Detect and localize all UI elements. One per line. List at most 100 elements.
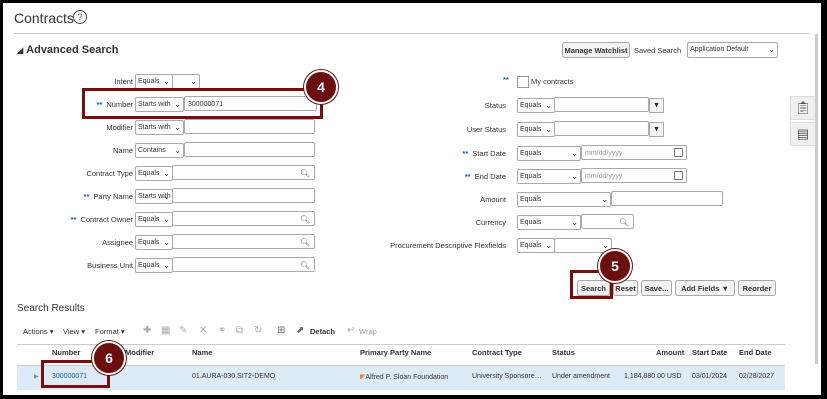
- amount-input[interactable]: [611, 191, 723, 206]
- intent-operator[interactable]: Equals ⌄: [135, 74, 173, 89]
- advanced-search-header[interactable]: ◢ Advanced Search: [17, 44, 118, 56]
- user-status-label: User Status: [466, 125, 506, 134]
- assignee-operator[interactable]: Equals ⌄: [135, 235, 173, 250]
- row-expand-icon[interactable]: ▶: [34, 373, 39, 380]
- wrap-button[interactable]: Wrap: [359, 327, 377, 336]
- end-date-label: ** End Date: [464, 172, 506, 181]
- column-header-primary-party[interactable]: Primary Party Name: [360, 348, 431, 357]
- cell-primary-party: ◤Alfred P. Sloan Foundation: [360, 374, 449, 381]
- column-header-end-date[interactable]: End Date: [739, 348, 772, 357]
- link-icon[interactable]: ⚭: [218, 325, 226, 336]
- column-header-start-date[interactable]: Start Date: [692, 348, 727, 357]
- cell-status: Under amendment: [552, 373, 610, 380]
- add-icon[interactable]: ✚: [143, 325, 151, 336]
- actions-menu[interactable]: Actions ▾: [23, 327, 53, 336]
- step-callout-4: 4: [304, 70, 338, 104]
- status-dropdown-button[interactable]: ▼: [649, 98, 664, 113]
- document-settings-icon[interactable]: ▤: [790, 122, 816, 146]
- step-callout-6: 6: [92, 341, 126, 375]
- business-unit-input[interactable]: 🔍︎: [172, 257, 315, 272]
- amount-label: Amount: [480, 195, 506, 204]
- name-input[interactable]: [184, 142, 315, 157]
- intent-value-select[interactable]: ⌄: [172, 74, 200, 89]
- start-date-input[interactable]: mm/dd/yyyy: [581, 145, 687, 160]
- end-date-input[interactable]: mm/dd/yyyy: [581, 168, 687, 183]
- refresh-icon[interactable]: ↻: [254, 325, 262, 336]
- status-operator[interactable]: Equals ⌄: [517, 98, 555, 113]
- duplicate-icon[interactable]: ⧉: [236, 325, 243, 336]
- save-button[interactable]: Save...: [641, 280, 672, 296]
- calendar-icon: [674, 171, 683, 180]
- user-status-operator[interactable]: Equals ⌄: [517, 122, 555, 137]
- start-date-operator[interactable]: Equals ⌄: [517, 146, 581, 161]
- business-unit-operator[interactable]: Equals ⌄: [135, 258, 173, 273]
- column-header-number[interactable]: Number: [52, 348, 80, 357]
- collapse-triangle-icon[interactable]: ◢: [17, 46, 23, 55]
- party-name-operator[interactable]: Starts with ⌄: [135, 189, 173, 204]
- contract-owner-label: ** Contract Owner: [70, 215, 133, 224]
- edit-icon[interactable]: ✎: [179, 325, 187, 336]
- procurement-dff-operator[interactable]: Equals ⌄: [517, 238, 555, 253]
- search-icon: 🔍︎: [299, 238, 310, 247]
- column-header-contract-type[interactable]: Contract Type: [472, 348, 522, 357]
- search-icon: 🔍︎: [618, 218, 629, 227]
- currency-label: Currency: [475, 218, 506, 227]
- contract-type-label: Contract Type: [86, 169, 133, 178]
- scrollbar[interactable]: [815, 34, 818, 364]
- saved-search-label: Saved Search: [634, 46, 682, 55]
- step-callout-5: 5: [598, 249, 632, 283]
- my-contracts-checkbox[interactable]: [517, 76, 529, 88]
- status-input[interactable]: [554, 97, 649, 112]
- intent-label: Intent: [114, 77, 133, 86]
- party-name-input[interactable]: [172, 188, 315, 203]
- page-title: Contracts: [14, 10, 74, 26]
- divider: [14, 33, 809, 34]
- detach-button[interactable]: Detach: [310, 327, 335, 336]
- cell-end-date: 02/28/2027: [739, 373, 775, 380]
- freeze-icon[interactable]: ⊞: [277, 325, 285, 336]
- column-header-amount[interactable]: Amount: [656, 348, 684, 357]
- format-menu[interactable]: Format ▾: [95, 327, 125, 336]
- clipboard-check-icon[interactable]: 📋︎: [790, 96, 816, 120]
- assignee-input[interactable]: 🔍︎: [172, 234, 315, 249]
- name-operator[interactable]: Contains ⌄: [135, 143, 184, 158]
- column-header-name[interactable]: Name: [192, 348, 212, 357]
- detach-icon[interactable]: ⬈: [296, 325, 304, 336]
- currency-input[interactable]: 🔍︎: [581, 214, 634, 229]
- highlight-number-field: [82, 88, 323, 119]
- currency-operator[interactable]: Equals ⌄: [517, 215, 581, 230]
- chevron-down-icon: ⌄: [768, 45, 775, 54]
- modifier-input[interactable]: [184, 119, 315, 134]
- procurement-dff-value-select[interactable]: ⌄: [554, 238, 612, 253]
- contract-type-operator[interactable]: Equals ⌄: [135, 166, 173, 181]
- contract-owner-input[interactable]: 🔍︎: [172, 211, 315, 226]
- end-date-operator[interactable]: Equals ⌄: [517, 169, 581, 184]
- save-row-icon[interactable]: ▦: [161, 325, 170, 336]
- contract-type-input[interactable]: 🔍︎: [172, 165, 315, 180]
- column-header-status[interactable]: Status: [552, 348, 575, 357]
- column-header-modifier[interactable]: Modifier: [125, 348, 154, 357]
- procurement-dff-label: Procurement Descriptive Flexfields: [390, 241, 506, 250]
- modifier-operator[interactable]: Starts with ⌄: [135, 120, 184, 135]
- business-unit-label: Business Unit: [87, 261, 133, 270]
- reorder-button[interactable]: Reorder: [738, 280, 776, 296]
- manage-watchlist-button[interactable]: Manage Watchlist: [562, 42, 630, 58]
- add-fields-button[interactable]: Add Fields ▼: [675, 280, 735, 296]
- contract-owner-operator[interactable]: Equals ⌄: [135, 212, 173, 227]
- calendar-icon: [674, 148, 683, 157]
- cell-contract-type: University Sponsore…: [472, 373, 542, 380]
- user-status-dropdown-button[interactable]: ▼: [649, 122, 664, 137]
- wrap-icon[interactable]: ↵: [347, 325, 355, 336]
- user-status-input[interactable]: [554, 121, 649, 136]
- help-icon[interactable]: ?: [73, 10, 87, 24]
- start-date-label: ** Start Date: [462, 149, 506, 158]
- my-contracts-label: My contracts: [531, 77, 574, 86]
- saved-search-select[interactable]: Application Default ⌄: [687, 42, 778, 58]
- delete-icon[interactable]: ✕: [199, 325, 207, 336]
- my-contracts-marker: **: [503, 75, 509, 84]
- party-name-label: ** Party Name: [83, 192, 133, 201]
- search-icon: 🔍︎: [299, 169, 310, 178]
- app-window: Contracts ? ◢ Advanced Search Manage Watc…: [3, 3, 821, 395]
- view-menu[interactable]: View ▾: [63, 327, 85, 336]
- amount-operator[interactable]: Equals ⌄: [517, 192, 611, 207]
